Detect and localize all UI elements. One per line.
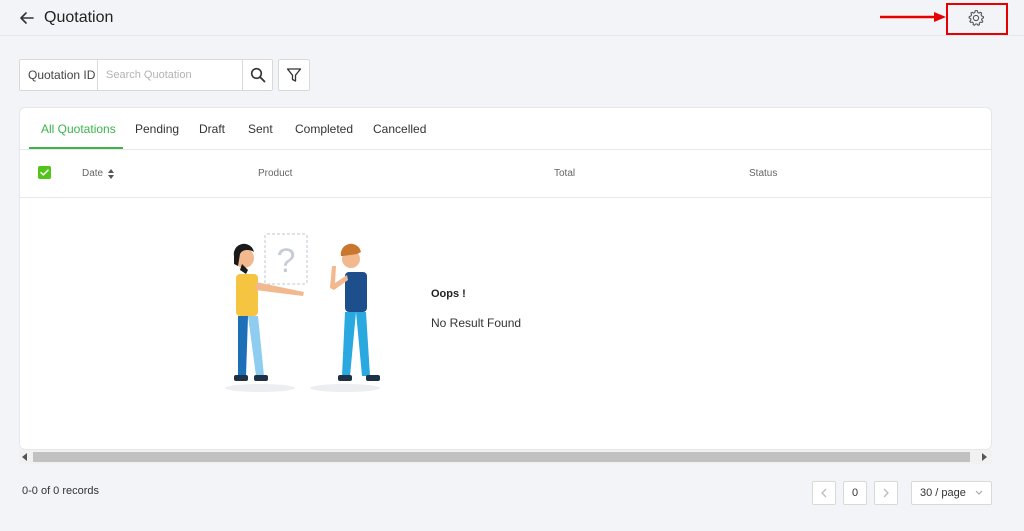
page-title: Quotation bbox=[44, 9, 114, 26]
next-page-button[interactable] bbox=[874, 481, 898, 505]
tab-draft[interactable]: Draft bbox=[199, 122, 225, 136]
search-input[interactable] bbox=[98, 60, 242, 90]
filter-button[interactable] bbox=[278, 59, 310, 91]
tab-completed[interactable]: Completed bbox=[295, 122, 353, 136]
status-tabs: All Quotations Pending Draft Sent Comple… bbox=[20, 108, 991, 150]
empty-state-message: No Result Found bbox=[431, 316, 522, 330]
tab-sent[interactable]: Sent bbox=[248, 122, 273, 136]
empty-state-illustration: ? bbox=[225, 233, 380, 392]
gear-icon[interactable] bbox=[966, 8, 986, 28]
search-field-label[interactable]: Quotation ID bbox=[20, 60, 98, 90]
scrollbar-thumb[interactable] bbox=[33, 452, 970, 462]
quotation-search-group: Quotation ID bbox=[19, 59, 273, 91]
select-all-checkbox[interactable] bbox=[38, 166, 51, 179]
annotation-arrow bbox=[880, 12, 946, 22]
current-page[interactable]: 0 bbox=[843, 481, 867, 505]
empty-state-title: Oops ! bbox=[431, 288, 466, 300]
table-header: Date Product Total Status bbox=[20, 150, 991, 198]
tab-all-quotations[interactable]: All Quotations bbox=[41, 122, 116, 136]
svg-text:?: ? bbox=[277, 242, 296, 280]
check-icon bbox=[40, 169, 49, 176]
page-header: Quotation bbox=[0, 0, 1024, 36]
horizontal-scrollbar[interactable] bbox=[19, 450, 992, 464]
page-size-select[interactable]: 30 / page bbox=[911, 481, 992, 505]
active-tab-indicator bbox=[29, 147, 123, 149]
scroll-right-arrow-icon[interactable] bbox=[980, 453, 988, 461]
tab-cancelled[interactable]: Cancelled bbox=[373, 122, 426, 136]
chevron-right-icon bbox=[883, 488, 889, 498]
scroll-left-arrow-icon[interactable] bbox=[21, 453, 29, 461]
column-header-total: Total bbox=[554, 168, 576, 179]
filter-icon bbox=[286, 68, 302, 82]
records-count: 0-0 of 0 records bbox=[22, 485, 100, 497]
search-button[interactable] bbox=[242, 60, 272, 90]
back-arrow-icon[interactable] bbox=[18, 9, 36, 27]
page-size-value: 30 / page bbox=[920, 487, 966, 499]
column-header-product: Product bbox=[258, 168, 293, 179]
quotation-table-card: All Quotations Pending Draft Sent Comple… bbox=[19, 107, 992, 450]
search-icon bbox=[250, 67, 265, 83]
chevron-left-icon bbox=[821, 488, 827, 498]
sort-icon[interactable] bbox=[108, 169, 114, 179]
column-header-date[interactable]: Date bbox=[82, 168, 103, 179]
chevron-down-icon bbox=[975, 490, 983, 495]
tab-pending[interactable]: Pending bbox=[135, 122, 179, 136]
previous-page-button[interactable] bbox=[812, 481, 836, 505]
column-header-status: Status bbox=[749, 168, 778, 179]
